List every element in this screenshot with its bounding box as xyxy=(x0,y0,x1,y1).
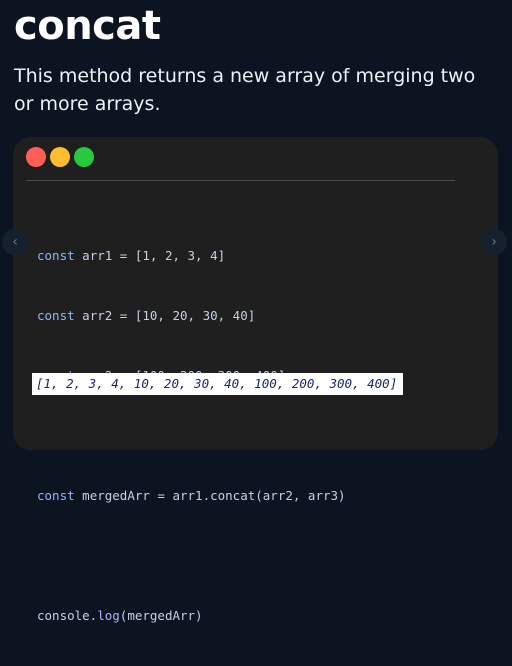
chevron-right-icon: › xyxy=(491,234,497,250)
code-window: const arr1 = [1, 2, 3, 4] const arr2 = [… xyxy=(13,137,498,623)
code-function: log xyxy=(97,608,120,623)
previous-slide-button[interactable]: ‹ xyxy=(2,229,28,255)
close-dot-icon xyxy=(26,147,46,167)
code-text: (mergedArr) xyxy=(119,608,203,623)
code-keyword: const xyxy=(37,488,75,503)
chevron-left-icon: ‹ xyxy=(12,234,18,250)
code-text: arr1 = [1, 2, 3, 4] xyxy=(74,248,226,263)
code-line-arr2: const arr2 = [10, 20, 30, 40] xyxy=(37,306,346,326)
next-slide-button[interactable]: › xyxy=(481,229,507,255)
code-text: arr2 = [10, 20, 30, 40] xyxy=(74,308,256,323)
console-output: [1, 2, 3, 4, 10, 20, 30, 40, 100, 200, 3… xyxy=(32,373,404,395)
minimize-dot-icon xyxy=(50,147,70,167)
code-line-merged: const mergedArr = arr1.concat(arr2, arr3… xyxy=(37,486,346,506)
code-keyword: const xyxy=(37,248,75,263)
zoom-dot-icon xyxy=(74,147,94,167)
code-block: const arr1 = [1, 2, 3, 4] const arr2 = [… xyxy=(37,206,346,666)
window-divider xyxy=(26,180,455,181)
code-line-console: console.log(mergedArr) xyxy=(37,606,346,626)
code-line-arr1: const arr1 = [1, 2, 3, 4] xyxy=(37,246,346,266)
code-keyword: const xyxy=(37,308,75,323)
code-text: mergedArr = arr1.concat(arr2, arr3) xyxy=(74,488,346,503)
page-title: concat xyxy=(14,3,161,49)
page-subtitle: This method returns a new array of mergi… xyxy=(14,65,476,115)
code-object: console. xyxy=(37,608,98,623)
